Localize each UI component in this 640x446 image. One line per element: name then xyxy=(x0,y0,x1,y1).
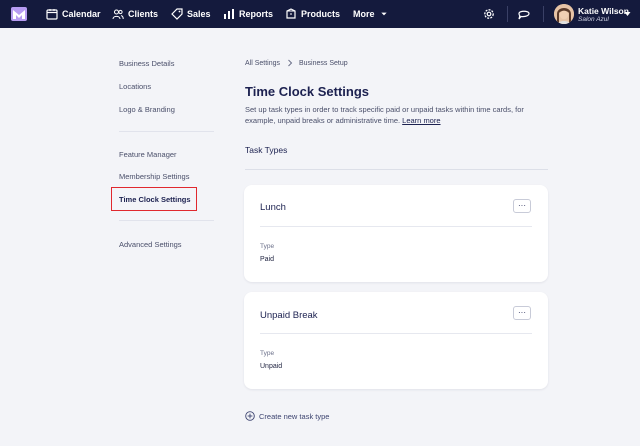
task-type-name: Unpaid Break xyxy=(260,310,318,321)
plus-circle-icon xyxy=(245,411,255,421)
bar-chart-icon xyxy=(224,9,234,19)
chat-icon[interactable] xyxy=(517,7,531,21)
ellipsis-icon: ··· xyxy=(518,308,526,317)
more-options-button[interactable]: ··· xyxy=(513,306,531,320)
nav-products[interactable]: Products xyxy=(285,0,340,28)
task-type-card: Unpaid Break ··· Type Unpaid xyxy=(244,292,548,389)
nav-reports-label: Reports xyxy=(239,9,274,19)
sidebar-item-feature-manager[interactable]: Feature Manager xyxy=(119,150,177,159)
chevron-right-icon xyxy=(288,59,293,67)
create-task-type-label: Create new task type xyxy=(259,411,330,421)
learn-more-link[interactable]: Learn more xyxy=(402,116,440,125)
box-icon xyxy=(286,8,296,19)
nav-divider xyxy=(543,6,544,22)
caret-down-icon xyxy=(380,12,387,16)
nav-reports[interactable]: Reports xyxy=(223,0,273,28)
nav-more[interactable]: More xyxy=(353,0,388,28)
breadcrumb-all-settings[interactable]: All Settings xyxy=(245,60,280,67)
top-nav: Calendar Clients Sales Reports Products … xyxy=(0,0,640,28)
task-type-name: Lunch xyxy=(260,202,286,213)
create-task-type-button[interactable]: Create new task type xyxy=(245,411,329,421)
description-text: Set up task types in order to track spec… xyxy=(245,105,524,125)
sidebar-item-membership-settings[interactable]: Membership Settings xyxy=(119,172,189,181)
user-business: Salon Azul xyxy=(578,16,609,23)
page-description: Set up task types in order to track spec… xyxy=(245,104,545,126)
more-options-button[interactable]: ··· xyxy=(513,199,531,213)
nav-clients[interactable]: Clients xyxy=(112,0,158,28)
caret-down-icon[interactable] xyxy=(624,11,631,17)
sidebar-divider xyxy=(119,131,214,132)
sidebar-item-business-details[interactable]: Business Details xyxy=(119,59,174,68)
breadcrumb-business-setup: Business Setup xyxy=(299,60,348,67)
page-title: Time Clock Settings xyxy=(245,84,370,99)
app-logo-icon[interactable] xyxy=(11,7,27,21)
nav-sales[interactable]: Sales xyxy=(171,0,211,28)
nav-divider xyxy=(507,6,508,22)
avatar[interactable] xyxy=(554,4,574,24)
section-title: Task Types xyxy=(245,145,288,155)
task-type-card: Lunch ··· Type Paid xyxy=(244,185,548,282)
users-icon xyxy=(112,9,124,20)
sidebar-divider xyxy=(119,220,214,221)
sidebar-item-advanced-settings[interactable]: Advanced Settings xyxy=(119,240,182,249)
sidebar-item-logo-branding[interactable]: Logo & Branding xyxy=(119,105,175,114)
tag-icon xyxy=(171,8,183,20)
task-type-value: Paid xyxy=(260,256,275,263)
calendar-icon xyxy=(46,9,58,20)
task-type-value: Unpaid xyxy=(260,363,283,370)
gear-icon[interactable] xyxy=(482,7,496,21)
nav-calendar-label: Calendar xyxy=(62,9,101,19)
nav-calendar[interactable]: Calendar xyxy=(46,0,101,28)
ellipsis-icon: ··· xyxy=(518,201,526,210)
sidebar-item-time-clock-settings[interactable]: Time Clock Settings xyxy=(119,195,191,204)
nav-more-label: More xyxy=(353,9,375,19)
task-type-label: Type xyxy=(260,243,275,250)
section-divider xyxy=(245,169,548,170)
user-name[interactable]: Katie Wilson xyxy=(578,6,629,16)
avatar-photo-icon xyxy=(554,4,574,24)
nav-clients-label: Clients xyxy=(128,9,159,19)
card-divider xyxy=(260,333,532,334)
task-type-label: Type xyxy=(260,350,275,357)
card-divider xyxy=(260,226,532,227)
sidebar-item-locations[interactable]: Locations xyxy=(119,82,151,91)
nav-products-label: Products xyxy=(301,9,341,19)
nav-sales-label: Sales xyxy=(187,9,211,19)
